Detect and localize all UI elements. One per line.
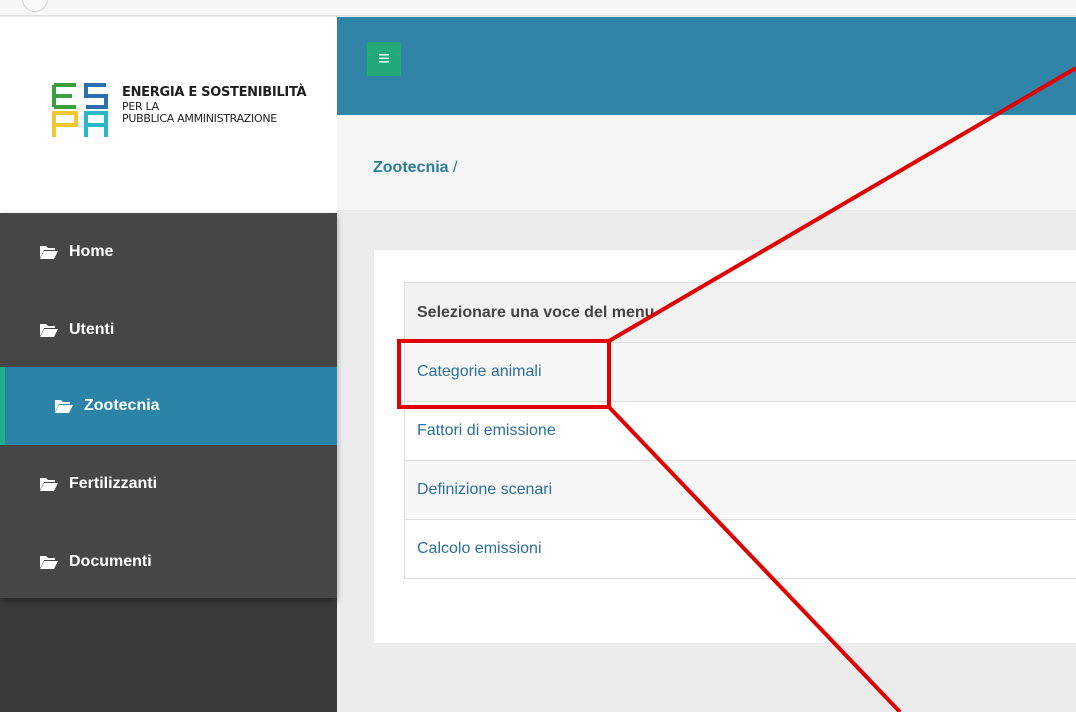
breadcrumb-bar: Zootecnia /: [337, 115, 1076, 211]
folder-icon: [55, 400, 73, 413]
sidebar: ENERGIA E SOSTENIBILITÀ PER LA PUBBLICA …: [0, 17, 337, 712]
top-header: ≡: [337, 17, 1076, 115]
menu-link-calcolo-emissioni[interactable]: Calcolo emissioni: [405, 519, 1076, 578]
sidebar-item-utenti[interactable]: Utenti: [0, 291, 337, 369]
logo-text: ENERGIA E SOSTENIBILITÀ PER LA PUBBLICA …: [122, 85, 307, 125]
folder-icon: [40, 556, 58, 569]
menu-link-categorie-animali[interactable]: Categorie animali: [405, 342, 1076, 401]
folder-icon: [40, 324, 58, 337]
breadcrumb: Zootecnia /: [373, 159, 457, 177]
browser-top-strip: [0, 0, 1076, 16]
menu-toggle-button[interactable]: ≡: [367, 42, 401, 76]
sidebar-nav: Home Utenti Zootecnia Fertilizzanti Docu…: [0, 213, 337, 598]
logo-line-1: ENERGIA E SOSTENIBILITÀ: [122, 85, 307, 100]
folder-icon: [40, 478, 58, 491]
menu-table: Selezionare una voce del menu Categorie …: [404, 282, 1076, 579]
menu-table-header: Selezionare una voce del menu: [405, 283, 1076, 342]
sidebar-item-label: Utenti: [69, 321, 115, 338]
logo-line-3: PUBBLICA AMMINISTRAZIONE: [122, 112, 277, 125]
sidebar-item-label: Documenti: [69, 553, 152, 570]
folder-icon: [40, 246, 58, 259]
espa-logo-icon: [52, 83, 108, 137]
sidebar-item-home[interactable]: Home: [0, 213, 337, 291]
content-card: Selezionare una voce del menu Categorie …: [374, 250, 1076, 643]
sidebar-item-zootecnia[interactable]: Zootecnia: [0, 367, 337, 445]
sidebar-item-fertilizzanti[interactable]: Fertilizzanti: [0, 445, 337, 523]
logo-area: ENERGIA E SOSTENIBILITÀ PER LA PUBBLICA …: [0, 17, 337, 213]
sidebar-item-documenti[interactable]: Documenti: [0, 523, 337, 601]
menu-link-fattori-di-emissione[interactable]: Fattori di emissione: [405, 401, 1076, 460]
partial-circle-icon: [22, 0, 48, 12]
hamburger-icon: ≡: [378, 47, 390, 70]
sidebar-item-label: Home: [69, 243, 114, 260]
breadcrumb-separator: /: [448, 159, 458, 176]
breadcrumb-item-zootecnia[interactable]: Zootecnia: [373, 159, 449, 176]
sidebar-item-label: Zootecnia: [84, 397, 160, 414]
menu-link-definizione-scenari[interactable]: Definizione scenari: [405, 460, 1076, 519]
sidebar-item-label: Fertilizzanti: [69, 475, 158, 492]
